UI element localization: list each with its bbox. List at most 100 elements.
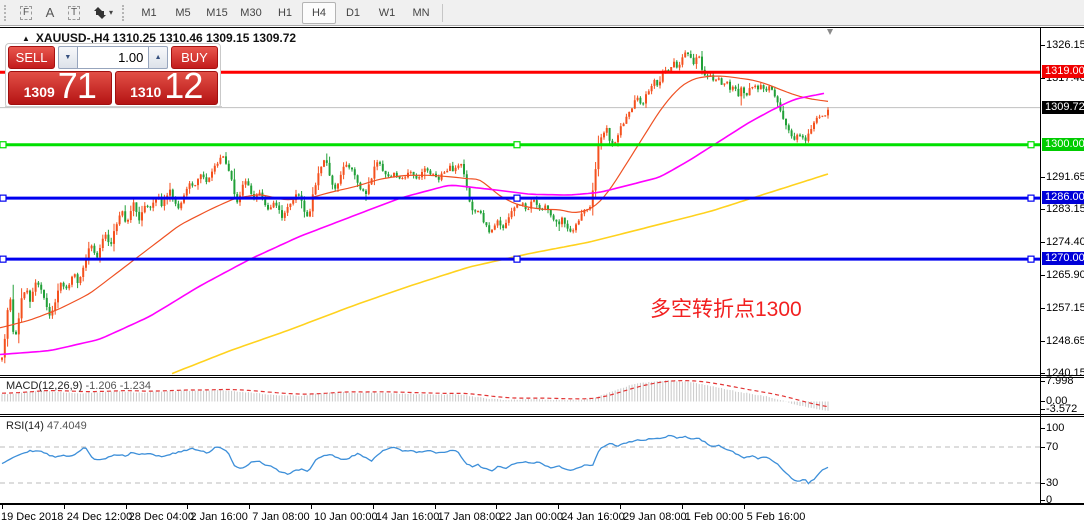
sell-button[interactable]: SELL [8, 46, 55, 69]
price-tick [1041, 242, 1045, 243]
fibonacci-icon: F [20, 6, 32, 20]
buy-price-pips: 12 [164, 70, 202, 102]
text-tool-icon: A [46, 5, 55, 20]
symbol-collapse-icon[interactable]: ▲ [22, 34, 30, 43]
time-label: 10 Jan 00:00 [314, 511, 378, 523]
timeframe-mn-button[interactable]: MN [404, 2, 438, 24]
chart-text-annotation[interactable]: 多空转折点1300 [650, 293, 802, 323]
price-marker-label: 1300.00 [1042, 138, 1084, 151]
time-tick [311, 504, 312, 509]
time-label: 28 Dec 04:00 [129, 511, 194, 523]
trade-panel-shadow [5, 106, 222, 107]
price-marker-label: 1319.00 [1042, 65, 1084, 78]
sell-price-pips: 71 [58, 70, 96, 102]
time-tick [187, 504, 188, 509]
pane-separator [0, 416, 1084, 417]
price-label: 1326.15 [1046, 39, 1084, 52]
price-axis-line [1040, 28, 1041, 504]
time-tick [682, 504, 683, 509]
time-tick [64, 504, 65, 509]
timeframe-m30-button[interactable]: M30 [234, 2, 268, 24]
macd-value-signal: -1.234 [120, 380, 151, 392]
price-label: 1257.15 [1046, 302, 1084, 315]
macd-value-main: -1.206 [85, 380, 116, 392]
timeframe-h4-button[interactable]: H4 [302, 2, 336, 24]
arrows-dropdown-caret: ▾ [109, 8, 113, 17]
price-tick [1041, 275, 1045, 276]
time-label: 7 Jan 08:00 [252, 511, 310, 523]
buy-price-box[interactable]: 1310 12 [115, 71, 219, 105]
text-label-tool-button[interactable]: T [62, 3, 86, 23]
price-marker-label: 1286.00 [1042, 191, 1084, 204]
time-label: 24 Jan 16:00 [561, 511, 625, 523]
pane-separator[interactable] [0, 414, 1084, 415]
price-tick [1041, 45, 1045, 46]
sell-price-box[interactable]: 1309 71 [8, 71, 112, 105]
time-tick [373, 504, 374, 509]
price-tick [1041, 177, 1045, 178]
timeframe-bar: M1M5M15M30H1H4D1W1MN [132, 2, 438, 24]
time-label: 14 Jan 16:00 [376, 511, 440, 523]
price-tick [1041, 209, 1045, 210]
timeframe-m15-button[interactable]: M15 [200, 2, 234, 24]
time-tick [744, 504, 745, 509]
time-tick [249, 504, 250, 509]
time-label: 29 Jan 08:00 [623, 511, 687, 523]
rsi-name: RSI(14) [6, 420, 44, 432]
time-label: 24 Dec 12:00 [67, 511, 132, 523]
time-label: 5 Feb 16:00 [747, 511, 806, 523]
trading-terminal-window: F A T ▾ M1M5M15M30H1H4D1W1MN 1326.151317… [0, 0, 1084, 529]
toolbar-grip-2[interactable] [122, 5, 128, 21]
timeframe-h1-button[interactable]: H1 [268, 2, 302, 24]
price-tick [1041, 341, 1045, 342]
time-tick [620, 504, 621, 509]
one-click-trade-panel: SELL ▼ 1.00 ▲ BUY 1309 71 1310 12 [5, 43, 221, 108]
rsi-tick [1041, 483, 1045, 484]
toolbar-grip[interactable] [4, 5, 10, 21]
macd-axis-label: 7.998 [1046, 375, 1074, 388]
time-tick [558, 504, 559, 509]
arrows-tool-button[interactable]: ▾ [86, 3, 120, 23]
price-label: 1283.15 [1046, 203, 1084, 216]
rsi-pane-canvas[interactable] [0, 417, 1040, 503]
rsi-axis-label: 100 [1046, 422, 1064, 435]
pane-separator [0, 377, 1084, 378]
timeframe-m1-button[interactable]: M1 [132, 2, 166, 24]
price-tick [1041, 78, 1045, 79]
time-label: 22 Jan 00:00 [499, 511, 563, 523]
timeframe-m5-button[interactable]: M5 [166, 2, 200, 24]
time-label: 17 Jan 08:00 [438, 511, 502, 523]
rsi-tick [1041, 428, 1045, 429]
timeframe-d1-button[interactable]: D1 [336, 2, 370, 24]
pane-separator[interactable] [0, 375, 1084, 376]
price-marker-label: 1270.00 [1042, 252, 1084, 265]
rsi-line [2, 436, 828, 484]
rsi-value: 47.4049 [47, 420, 87, 432]
toolbar: F A T ▾ M1M5M15M30H1H4D1W1MN [0, 0, 1084, 26]
toolbar-separator [442, 4, 443, 22]
time-label: 19 Dec 2018 [1, 511, 63, 523]
text-tool-button[interactable]: A [38, 3, 62, 23]
time-label: 2 Jan 16:00 [190, 511, 248, 523]
time-tick [496, 504, 497, 509]
macd-pane-canvas[interactable] [0, 378, 1040, 414]
macd-tick [1041, 381, 1045, 382]
time-tick [2, 504, 3, 509]
ma-fast-line [0, 76, 828, 328]
rsi-tick [1041, 447, 1045, 448]
fibonacci-tool-button[interactable]: F [14, 3, 38, 23]
timeframe-w1-button[interactable]: W1 [370, 2, 404, 24]
time-tick [435, 504, 436, 509]
arrows-icon [93, 6, 107, 20]
rsi-tick [1041, 500, 1045, 501]
price-label: 1265.90 [1046, 269, 1084, 282]
rsi-axis-label: 0 [1046, 494, 1052, 507]
rsi-axis-label: 70 [1046, 441, 1058, 454]
macd-axis-label: -3.572 [1046, 403, 1077, 416]
buy-price-main: 1310 [130, 82, 161, 102]
price-label: 1274.40 [1046, 236, 1084, 249]
time-tick [126, 504, 127, 509]
price-marker-label: 1309.72 [1042, 101, 1084, 114]
time-label: 1 Feb 00:00 [685, 511, 744, 523]
price-tick [1041, 373, 1045, 374]
